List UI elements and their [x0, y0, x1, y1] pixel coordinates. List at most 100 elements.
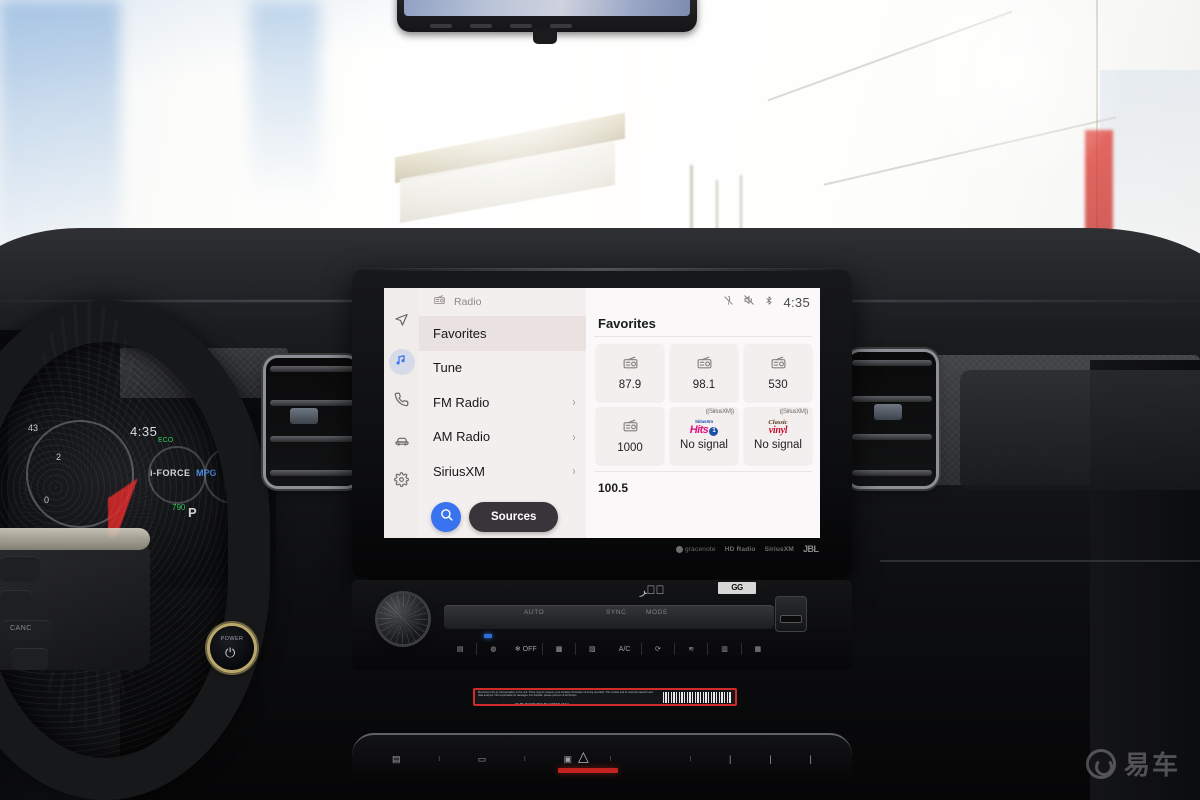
bluetooth-icon	[764, 293, 774, 311]
side-rail	[384, 288, 419, 538]
sticker-text: Monitored only by transportation to the …	[478, 691, 653, 697]
steering-control-button[interactable]	[12, 648, 48, 670]
car-icon	[394, 432, 410, 453]
next-favorite-row[interactable]: 100.5	[586, 472, 820, 495]
menu-item-favorites[interactable]: Favorites	[419, 316, 586, 351]
menu-item-label: SiriusXM	[433, 463, 486, 479]
yiche-watermark: 易车	[1085, 745, 1180, 782]
camera-view-button[interactable]: ▭	[478, 754, 487, 765]
seat-ventilation-button[interactable]: ▦	[742, 645, 774, 653]
favorite-tile[interactable]: 98.1	[670, 344, 738, 401]
siriusxm-badge: ((SiriusXM))	[705, 409, 735, 415]
menu-item-label: FM Radio	[433, 394, 490, 410]
rear-defrost-button[interactable]: ▩	[543, 645, 575, 653]
blank-switch[interactable]: |	[729, 754, 731, 764]
power-icon: ⏻	[225, 645, 236, 660]
bezel-highlight	[352, 268, 852, 271]
status-clock: 4:35	[783, 294, 810, 310]
menu-item-tune[interactable]: Tune	[419, 351, 586, 386]
menu-item-siriusxm[interactable]: SiriusXM ›	[419, 454, 586, 489]
glovebox-seam	[880, 560, 1200, 562]
infotainment-screen[interactable]: Radio Favorites Tune FM Radio › AM Radio…	[384, 288, 820, 538]
hazard-lights-button[interactable]	[649, 754, 652, 764]
steering-heater-button[interactable]: ◍	[477, 645, 509, 653]
climate-sync-label: SYNC	[606, 609, 627, 616]
sidebar-item-phone[interactable]	[387, 382, 417, 422]
radio-menu-pane: Radio Favorites Tune FM Radio › AM Radio…	[419, 288, 586, 538]
favorite-tile-label: 530	[768, 379, 788, 391]
search-button[interactable]	[431, 502, 461, 532]
radio-icon	[696, 354, 713, 376]
search-icon	[439, 507, 454, 527]
climate-off-button[interactable]: ❄ OFF	[510, 645, 542, 653]
usb-port[interactable]	[780, 615, 802, 623]
logo-number: 1	[709, 426, 719, 436]
favorites-content-pane: 4:35 Favorites 87.9 98.1 530 1000 ((Siri…	[586, 288, 820, 538]
ac-button[interactable]: A/C	[608, 646, 640, 653]
sidebar-item-navigation[interactable]	[387, 302, 417, 342]
power-button-label: POWER	[220, 636, 244, 642]
seat-heater-driver-button[interactable]: ▤	[444, 645, 476, 653]
navigation-arrow-icon	[394, 312, 409, 332]
sidebar-item-media[interactable]	[387, 342, 417, 382]
steering-wheel-chrome-accent	[0, 528, 150, 550]
vehicle-interior-scene: 43 2 0 4:35 ECO i-FORCE MPG 790 P CANC	[0, 0, 1200, 800]
air-vent-left[interactable]	[266, 358, 358, 486]
sources-button[interactable]: Sources	[469, 502, 559, 532]
front-defrost-button[interactable]: ▨	[576, 645, 608, 653]
hd-radio-logo: HD Radio	[724, 545, 756, 553]
dealer-sticker: Monitored only by transportation to the …	[473, 688, 737, 706]
bezel-brand-logos: gracenote HD Radio SiriusXM JBL	[676, 544, 819, 554]
menu-item-fm-radio[interactable]: FM Radio ›	[419, 385, 586, 420]
recirculation-button[interactable]: ⟳	[642, 645, 674, 653]
radio-icon	[622, 417, 639, 439]
menu-header-label: Radio	[454, 296, 482, 308]
radio-icon	[433, 293, 446, 311]
gracenote-logo: gracenote	[676, 545, 716, 553]
siriusxm-classic-vinyl-logo: Classic vinyl	[768, 419, 787, 437]
steering-cancel-label: CANC	[10, 625, 32, 632]
parking-sensor-button[interactable]: ▤	[392, 754, 401, 765]
seat-heater-passenger-button[interactable]: ▥	[708, 645, 740, 653]
menu-action-buttons: Sources	[431, 502, 559, 532]
favorite-tile[interactable]: 1000	[596, 407, 664, 464]
sound-muted-icon	[743, 293, 755, 311]
siriusxm-hits1-logo: SiriusXm Hits 1	[689, 420, 719, 436]
sidebar-item-vehicle[interactable]	[387, 422, 417, 462]
steering-control-button[interactable]	[0, 590, 32, 612]
usb-port-housing	[775, 596, 807, 632]
sidebar-item-settings[interactable]	[387, 462, 417, 502]
logo-main-text: Hits	[689, 423, 709, 436]
lower-button-row: ▤ | ▭ | ▣ | | | | |	[392, 753, 812, 765]
traction-off-button[interactable]: ▣	[563, 754, 572, 765]
favorite-tile-label: 98.1	[692, 379, 716, 391]
window-reflection	[0, 0, 120, 250]
favorite-tile[interactable]: 87.9	[596, 344, 664, 401]
air-vent-knob-right[interactable]	[874, 404, 902, 420]
blank-switch[interactable]: |	[769, 754, 771, 764]
favorite-tile[interactable]: ((SiriusXM)) SiriusXm Hits 1 No signal	[670, 407, 738, 464]
phone-icon	[394, 392, 409, 412]
radio-menu-list: Favorites Tune FM Radio › AM Radio › Sir…	[419, 316, 586, 489]
air-vent-right[interactable]	[848, 352, 936, 486]
air-vent-knob-left[interactable]	[290, 408, 318, 424]
yiche-logo	[1085, 748, 1116, 779]
steering-control-button[interactable]	[0, 556, 40, 582]
mic-muted-icon	[723, 293, 734, 311]
menu-item-am-radio[interactable]: AM Radio ›	[419, 420, 586, 455]
blank-switch[interactable]: |	[810, 754, 812, 764]
favorite-tile[interactable]: ((SiriusXM)) Classic vinyl No signal	[744, 407, 812, 464]
favorite-tile-label: 87.9	[618, 379, 642, 391]
siriusxm-logo: SiriusXM	[764, 545, 794, 553]
chevron-right-icon: ›	[572, 429, 576, 444]
climate-button-row: ▤ ◍ ❄ OFF ▩ ▨ A/C ⟳ ≋ ▥ ▦	[444, 638, 774, 660]
favorite-tile-label: 1000	[617, 442, 643, 454]
fan-mode-button[interactable]: ≋	[675, 645, 707, 653]
menu-item-label: Tune	[433, 360, 463, 376]
favorite-tile[interactable]: 530	[744, 344, 812, 401]
chevron-right-icon: ›	[572, 464, 576, 479]
volume-knob-ticks	[378, 594, 428, 644]
menu-item-label: AM Radio	[433, 429, 491, 445]
yiche-watermark-text: 易车	[1123, 750, 1180, 780]
menu-item-label: Favorites	[433, 325, 487, 341]
